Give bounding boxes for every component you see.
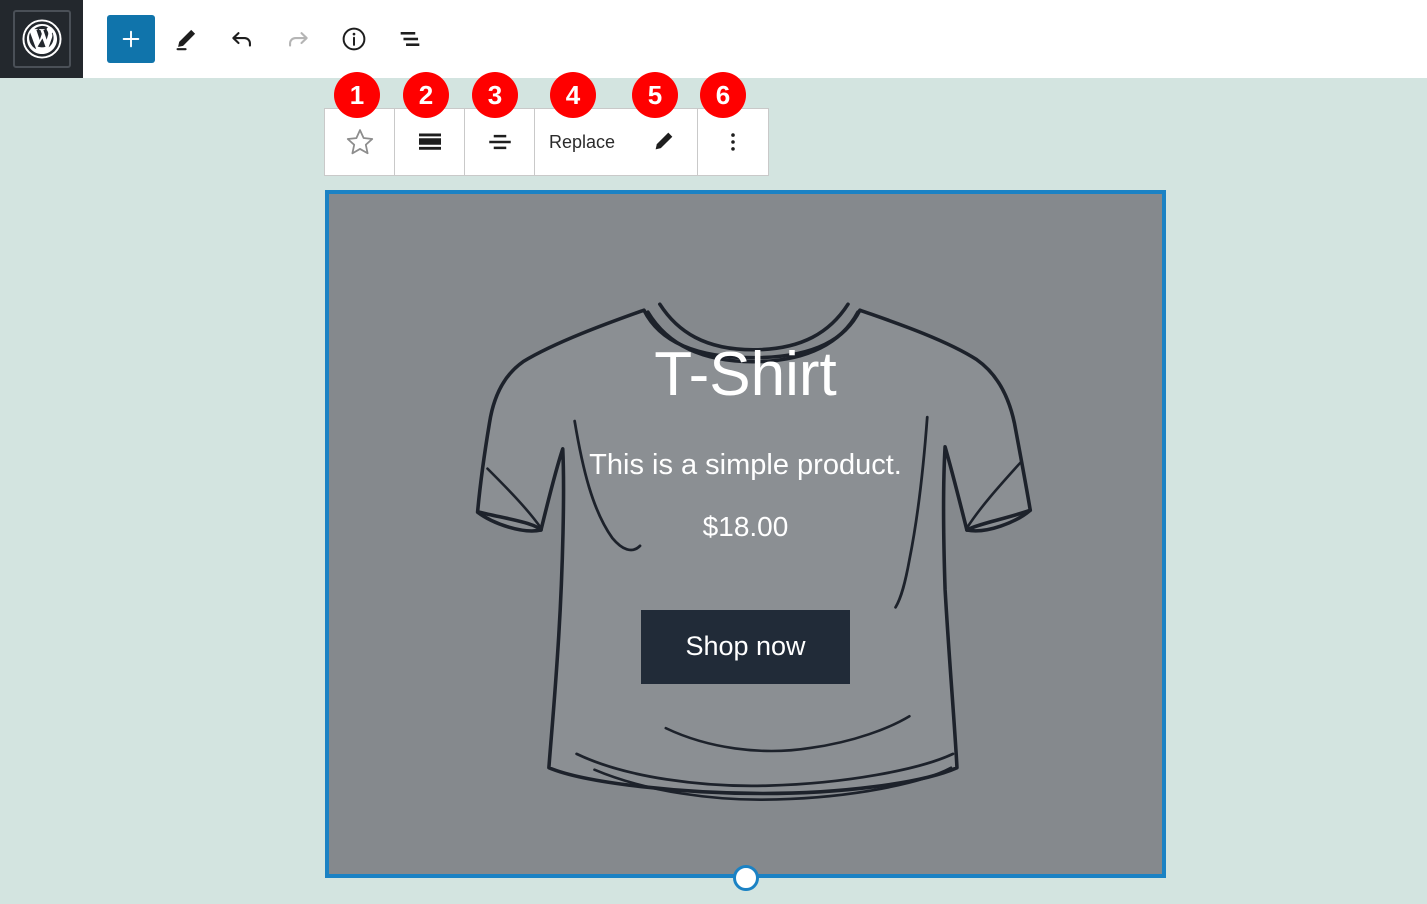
annotation-badge-2: 2	[403, 72, 449, 118]
details-button[interactable]	[329, 14, 379, 64]
full-width-icon	[415, 127, 445, 157]
center-align-icon	[485, 127, 515, 157]
editor-header	[0, 0, 1427, 78]
edit-media-button[interactable]	[637, 109, 689, 175]
vertical-dots-icon	[720, 129, 746, 155]
cover-resize-handle[interactable]	[733, 865, 759, 891]
plus-icon	[120, 28, 142, 50]
pencil-icon	[650, 129, 676, 155]
replace-media-group: Replace	[535, 109, 698, 175]
annotation-badge-1: 1	[334, 72, 380, 118]
cover-inner-content: T-Shirt This is a simple product. $18.00…	[329, 194, 1162, 874]
edit-tool-button[interactable]	[161, 14, 211, 64]
list-view-button[interactable]	[385, 14, 435, 64]
cover-description[interactable]: This is a simple product.	[589, 449, 902, 482]
wordpress-logo-button[interactable]	[0, 0, 83, 78]
change-content-position-button[interactable]	[465, 109, 535, 175]
block-toolbar: Replace	[324, 108, 769, 176]
annotation-badge-5: 5	[632, 72, 678, 118]
shop-now-button[interactable]: Shop now	[641, 610, 849, 684]
annotation-badge-6: 6	[700, 72, 746, 118]
pencil-icon	[173, 26, 199, 52]
annotation-badge-3: 3	[472, 72, 518, 118]
add-block-button[interactable]	[107, 15, 155, 63]
cover-price[interactable]: $18.00	[703, 511, 789, 543]
cover-title[interactable]: T-Shirt	[654, 342, 837, 407]
editor-header-toolbar	[83, 14, 435, 64]
editor-root: Replace 1 2 3 4 5 6	[0, 0, 1427, 904]
undo-button[interactable]	[217, 14, 267, 64]
info-circle-icon	[340, 25, 368, 53]
star-outline-icon	[343, 125, 377, 159]
undo-arrow-icon	[228, 25, 256, 53]
replace-button[interactable]: Replace	[543, 132, 621, 153]
redo-button[interactable]	[273, 14, 323, 64]
more-options-button[interactable]	[698, 109, 768, 175]
cover-block[interactable]: T-Shirt This is a simple product. $18.00…	[325, 190, 1166, 878]
wordpress-logo-icon	[13, 10, 71, 68]
redo-arrow-icon	[284, 25, 312, 53]
annotation-badge-4: 4	[550, 72, 596, 118]
align-block-button[interactable]	[395, 109, 465, 175]
list-view-icon	[396, 25, 424, 53]
change-block-type-button[interactable]	[325, 109, 395, 175]
